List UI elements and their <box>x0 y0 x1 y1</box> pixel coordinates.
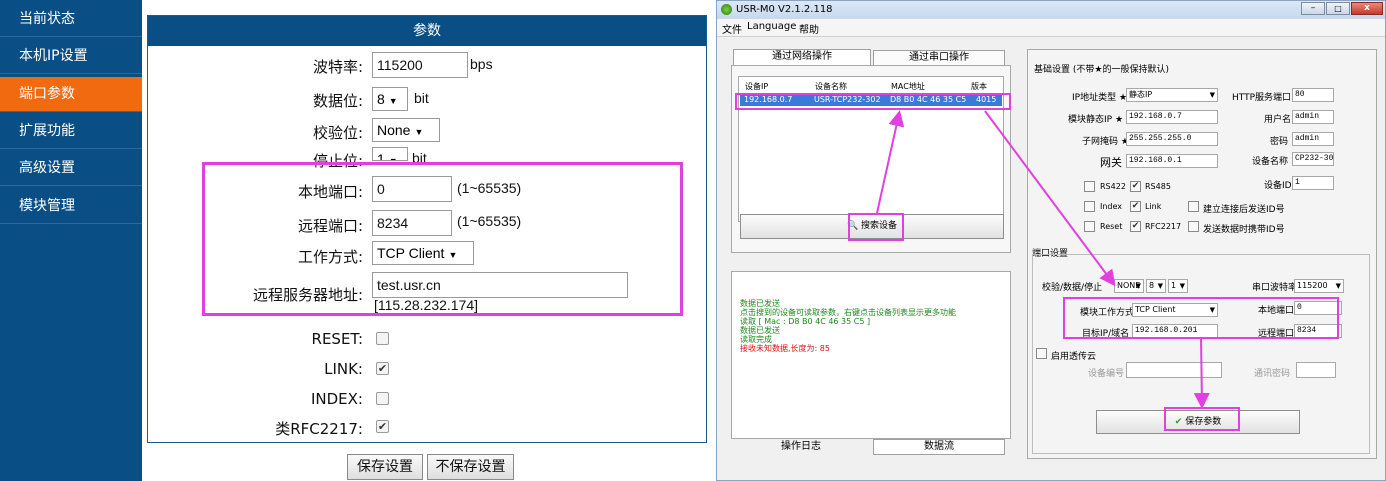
sidebar-item-ip-settings[interactable]: 本机IP设置 <box>0 39 142 74</box>
arrow-to-save-params <box>1193 336 1210 409</box>
screenshot-root: 当前状态 本机IP设置 端口参数 扩展功能 高级设置 模块管理 参数 波特率: … <box>0 0 1386 481</box>
index-checkbox[interactable] <box>376 392 389 405</box>
arrow-to-port-settings <box>984 110 1116 287</box>
sidebar-item-module-management[interactable]: 模块管理 <box>0 189 142 224</box>
parity-select[interactable]: None ▼ <box>372 118 440 142</box>
usr-m0-window: USR-M0 V2.1.2.118 – □ x 文件 Language 帮助 通… <box>716 0 1386 481</box>
chevron-down-icon: ▼ <box>388 156 398 161</box>
baud-unit: bps <box>470 56 493 72</box>
annotation-arrows <box>876 110 1210 409</box>
baud-label: 波特率: <box>312 58 363 76</box>
parity-label: 校验位: <box>312 124 363 142</box>
reset-checkbox[interactable] <box>376 332 389 345</box>
reset-label: RESET: <box>311 330 363 348</box>
databits-value: 8 <box>377 91 385 107</box>
sidebar-item-advanced[interactable]: 高级设置 <box>0 151 142 186</box>
stopbits-unit: bit <box>412 150 427 162</box>
sidebar-item-extensions[interactable]: 扩展功能 <box>0 114 142 149</box>
form-header: 参数 <box>148 16 706 46</box>
parity-value: None <box>377 122 411 138</box>
checkmark-icon: ✔ <box>377 362 388 375</box>
sidebar: 当前状态 本机IP设置 端口参数 扩展功能 高级设置 模块管理 <box>0 0 142 481</box>
index-label: INDEX: <box>310 390 363 408</box>
sidebar-item-label: 扩展功能 <box>19 123 75 139</box>
sidebar-item-label: 模块管理 <box>19 198 75 214</box>
link-checkbox[interactable]: ✔ <box>376 362 389 375</box>
highlight-box <box>202 162 683 316</box>
sidebar-item-label: 端口参数 <box>19 86 75 102</box>
sidebar-item-label: 当前状态 <box>19 11 75 27</box>
stopbits-value: 1 <box>377 151 385 161</box>
checkmark-icon: ✔ <box>377 420 388 433</box>
link-label: LINK: <box>324 360 363 378</box>
save-settings-button[interactable]: 保存设置 <box>347 454 423 480</box>
arrow-to-device-row <box>876 110 905 214</box>
sidebar-item-port-params[interactable]: 端口参数 <box>0 77 142 112</box>
sidebar-item-status[interactable]: 当前状态 <box>0 2 142 37</box>
stopbits-select[interactable]: 1 ▼ <box>372 147 408 161</box>
chevron-down-icon: ▼ <box>388 96 398 106</box>
baud-input[interactable]: 115200 <box>372 52 468 78</box>
databits-label: 数据位: <box>312 92 363 110</box>
sidebar-item-label: 本机IP设置 <box>19 48 88 64</box>
sidebar-item-label: 高级设置 <box>19 160 75 176</box>
rfc2217-label: 类RFC2217: <box>275 420 363 438</box>
databits-select[interactable]: 8 ▼ <box>372 87 408 111</box>
databits-unit: bit <box>414 90 429 106</box>
chevron-down-icon: ▼ <box>414 127 424 137</box>
rfc2217-checkbox[interactable]: ✔ <box>376 420 389 433</box>
discard-settings-button[interactable]: 不保存设置 <box>427 454 514 480</box>
web-config-panel: 当前状态 本机IP设置 端口参数 扩展功能 高级设置 模块管理 参数 波特率: … <box>0 0 708 481</box>
